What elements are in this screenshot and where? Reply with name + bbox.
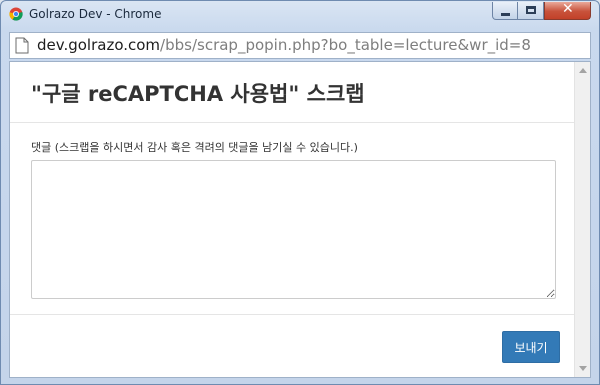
send-button[interactable]: 보내기: [502, 331, 560, 363]
scroll-down-arrow-icon[interactable]: [579, 366, 587, 371]
comment-label: 댓글 (스크랩을 하시면서 감사 혹은 격려의 댓글을 남기실 수 있습니다.): [31, 141, 358, 154]
minimize-button[interactable]: [492, 2, 518, 20]
maximize-icon: [526, 6, 536, 14]
scroll-up-arrow-icon[interactable]: [579, 68, 587, 73]
page-title: "구글 reCAPTCHA 사용법" 스크랩: [31, 82, 365, 106]
window-title: Golrazo Dev - Chrome: [29, 7, 162, 21]
browser-window: Golrazo Dev - Chrome ✕ dev.golrazo.com/b…: [0, 0, 600, 385]
page-viewport: "구글 reCAPTCHA 사용법" 스크랩 댓글 (스크랩을 하시면서 감사 …: [9, 61, 591, 378]
maximize-button[interactable]: [518, 2, 544, 20]
close-icon: ✕: [562, 1, 574, 17]
minimize-icon: [501, 13, 510, 16]
url-host: dev.golrazo.com: [37, 36, 161, 54]
url-text[interactable]: dev.golrazo.com/bbs/scrap_popin.php?bo_t…: [37, 36, 531, 54]
vertical-scrollbar[interactable]: [574, 62, 590, 377]
comment-textarea[interactable]: [31, 160, 556, 299]
address-bar[interactable]: dev.golrazo.com/bbs/scrap_popin.php?bo_t…: [9, 32, 591, 59]
chrome-logo-icon: [9, 7, 23, 21]
url-path: /bbs/scrap_popin.php?bo_table=lecture&wr…: [160, 36, 531, 54]
page-icon: [15, 37, 29, 54]
close-button[interactable]: ✕: [544, 1, 591, 20]
modal-header: "구글 reCAPTCHA 사용법" 스크랩: [10, 62, 575, 123]
modal-footer: 보내기: [10, 314, 575, 377]
title-bar[interactable]: Golrazo Dev - Chrome ✕: [1, 1, 599, 29]
